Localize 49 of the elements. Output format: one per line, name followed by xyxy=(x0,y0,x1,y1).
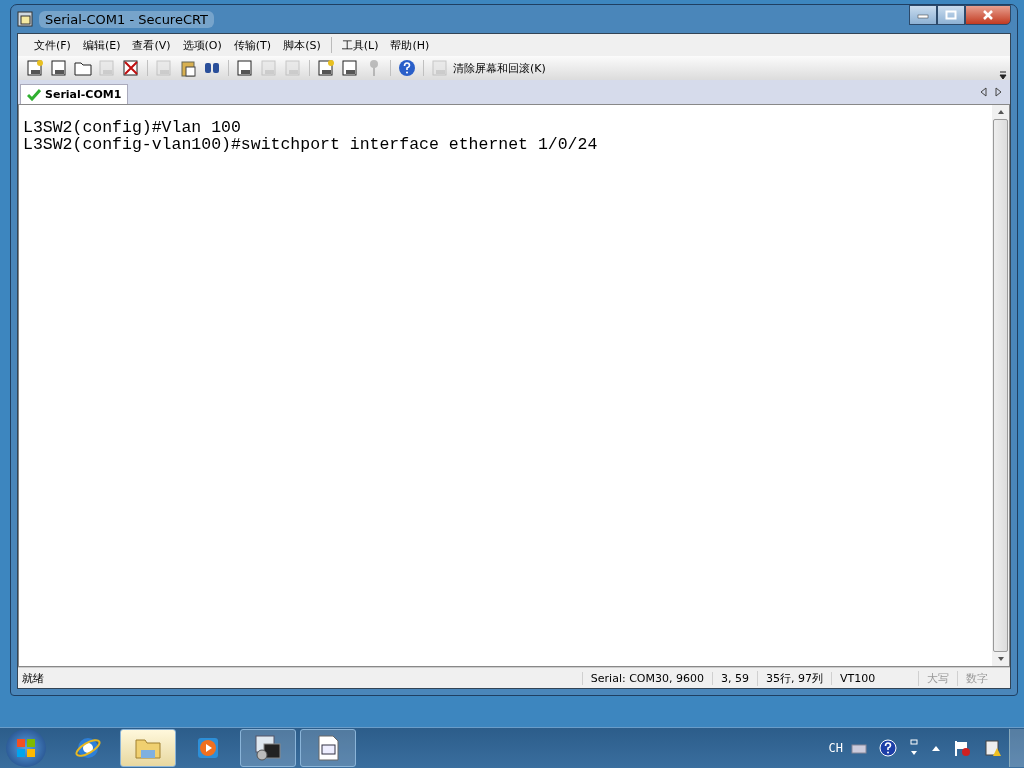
scroll-up-icon[interactable] xyxy=(996,109,1005,115)
show-hidden-icons-icon[interactable] xyxy=(931,744,941,752)
maximize-icon xyxy=(945,10,957,20)
maximize-button[interactable] xyxy=(937,5,965,25)
scroll-down-icon[interactable] xyxy=(996,656,1005,662)
help-icon[interactable] xyxy=(879,739,897,757)
keyboard-icon[interactable] xyxy=(851,742,867,754)
menu-item[interactable]: 传输(T) xyxy=(227,35,278,55)
status-field: 3, 59 xyxy=(712,671,757,685)
status-field: 大写 xyxy=(918,670,957,686)
folder-icon xyxy=(74,59,92,77)
close-button[interactable] xyxy=(965,5,1011,25)
scrollbar-thumb[interactable] xyxy=(993,119,1008,652)
taskbar-button[interactable] xyxy=(240,729,296,767)
status-field: 35行, 97列 xyxy=(757,670,831,686)
menu-item[interactable]: 脚本(S) xyxy=(277,35,327,55)
menu-item[interactable]: 文件(F) xyxy=(28,35,77,55)
menu-item[interactable]: 查看(V) xyxy=(126,35,177,55)
flag-icon[interactable] xyxy=(953,739,971,757)
windows-logo-icon xyxy=(16,738,36,758)
status-field: 数字 xyxy=(957,670,996,686)
disconnect-icon xyxy=(122,59,140,77)
terminal-area[interactable]: L3SW2(config)#Vlan 100 L3SW2(config-vlan100)#switchport interface ethernet 1/0/24 xyxy=(18,104,1010,667)
terminal-app-icon xyxy=(254,734,282,762)
scroll-right-icon[interactable] xyxy=(994,87,1002,97)
minimize-icon xyxy=(917,11,929,19)
app-icon xyxy=(17,11,33,27)
vertical-scrollbar[interactable] xyxy=(992,105,1009,666)
menu-item[interactable]: 工具(L) xyxy=(335,35,385,55)
help-icon xyxy=(398,59,416,77)
close-icon xyxy=(982,10,994,20)
menu-item[interactable]: 选项(O) xyxy=(176,35,228,55)
start-button[interactable] xyxy=(6,729,46,767)
menu-item[interactable]: 编辑(E) xyxy=(76,35,127,55)
terminal-line: L3SW2(config-vlan100)#switchport interface ethernet 1/0/24 xyxy=(23,136,599,153)
minimize-button[interactable] xyxy=(909,5,937,25)
status-message: 就绪 xyxy=(21,670,45,686)
toolbar-button[interactable] xyxy=(396,58,418,78)
menu-item[interactable]: 帮助(H) xyxy=(384,35,436,55)
paste-icon xyxy=(179,59,197,77)
status-field: VT100 xyxy=(831,671,918,685)
scroll-left-icon[interactable] xyxy=(980,87,988,97)
window-title: Serial-COM1 - SecureCRT xyxy=(39,10,215,28)
session-tab[interactable]: Serial-COM1 xyxy=(20,84,129,104)
restore-icon[interactable] xyxy=(909,739,919,757)
language-indicator[interactable]: CH xyxy=(828,741,843,755)
status-field: Serial: COM30, 9600 xyxy=(581,671,712,685)
toolbar-overflow-icon[interactable] xyxy=(999,70,1007,80)
terminal-line: L3SW2(config)#Vlan 100 xyxy=(23,119,242,136)
